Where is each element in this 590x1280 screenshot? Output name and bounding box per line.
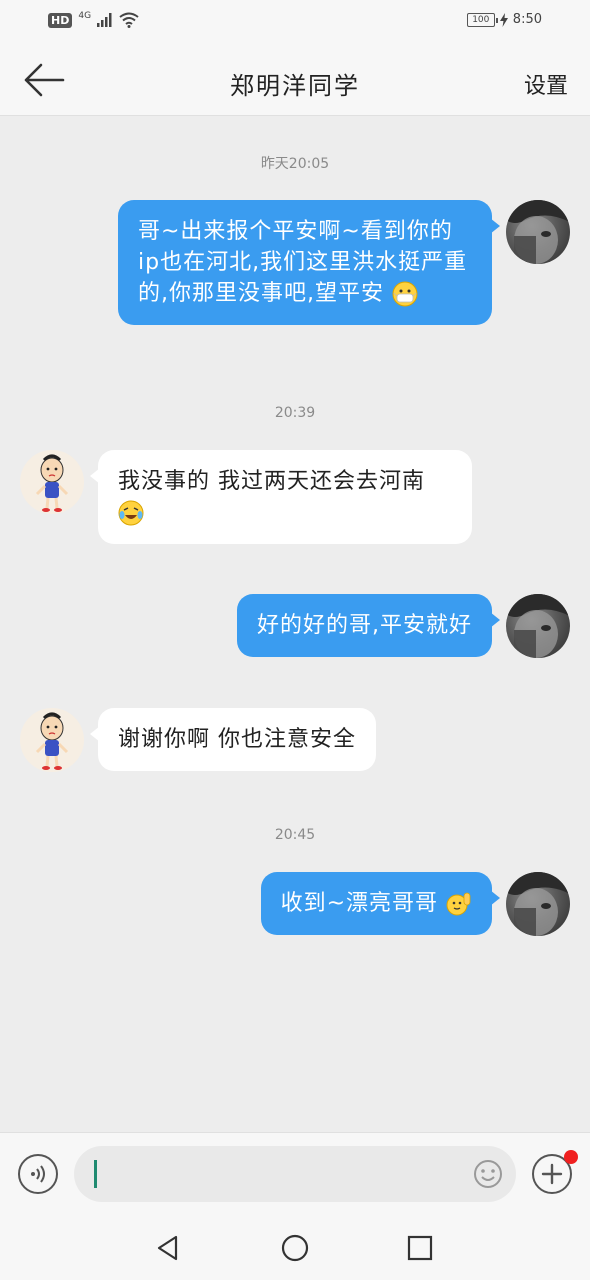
wifi-icon (119, 12, 139, 28)
message-text: 好的好的哥,平安就好 (257, 613, 472, 638)
my-avatar[interactable] (506, 200, 570, 264)
contact-name-title: 郑明洋同学 (230, 72, 360, 100)
message-text: 谢谢你啊 你也注意安全 (118, 727, 356, 752)
text-cursor (94, 1160, 97, 1188)
cartoon-boy-avatar-icon (35, 454, 69, 512)
chat-header: 郑明洋同学 设置 (0, 44, 590, 116)
voice-icon (31, 1165, 45, 1183)
system-nav-bar (0, 1214, 590, 1280)
triangle-back-icon (157, 1235, 178, 1261)
notification-dot (564, 1150, 578, 1164)
mask-face-emoji-icon (392, 281, 418, 307)
settings-button[interactable]: 设置 (524, 68, 568, 100)
voice-button[interactable] (18, 1154, 58, 1194)
timestamp: 20:45 (274, 827, 316, 843)
contact-avatar[interactable] (20, 708, 84, 772)
status-left: HD 4G (48, 11, 139, 28)
circle-home-icon (281, 1234, 309, 1262)
timestamp: 昨天20:05 (260, 156, 330, 172)
timestamp: 20:39 (274, 405, 316, 421)
message-text: 收到~漂亮哥哥 (280, 891, 438, 916)
plus-icon (541, 1163, 563, 1185)
outgoing-message[interactable]: 收到~漂亮哥哥 (260, 872, 501, 935)
crying-laughing-emoji-icon (118, 500, 144, 526)
my-avatar[interactable] (506, 872, 570, 936)
incoming-message[interactable]: 我没事的 我过两天还会去河南 (90, 450, 472, 544)
incoming-message[interactable]: 谢谢你啊 你也注意安全 (90, 708, 376, 771)
emoji-icon[interactable] (472, 1158, 504, 1190)
profile-photo (506, 200, 570, 264)
profile-photo (506, 594, 570, 658)
clock: 8:50 (512, 12, 542, 27)
message-text: 我没事的 我过两天还会去河南 (118, 469, 425, 494)
signal-icon (97, 13, 112, 27)
network-type: 4G (78, 11, 92, 21)
my-avatar[interactable] (506, 594, 570, 658)
hd-badge: HD (48, 12, 73, 28)
contact-avatar[interactable] (20, 450, 84, 514)
outgoing-message[interactable]: 好的好的哥,平安就好 (237, 594, 500, 657)
nav-back-button[interactable] (148, 1228, 188, 1268)
battery-icon: 100 (466, 12, 498, 27)
cartoon-boy-avatar-icon (35, 712, 69, 770)
outgoing-message[interactable]: 哥~出来报个平安啊~看到你的ip也在河北,我们这里洪水挺严重的,你那里没事吧,望… (118, 200, 500, 325)
nav-home-button[interactable] (275, 1228, 315, 1268)
square-recents-icon (407, 1235, 433, 1261)
message-input[interactable] (74, 1146, 516, 1202)
status-bar: HD 4G 100 8:50 (0, 0, 590, 44)
status-right: 100 8:50 (466, 12, 542, 27)
nav-recents-button[interactable] (400, 1228, 440, 1268)
input-bar (0, 1132, 590, 1214)
charging-icon (499, 12, 508, 27)
waving-hand-emoji-icon (446, 892, 471, 916)
profile-photo (506, 872, 570, 936)
